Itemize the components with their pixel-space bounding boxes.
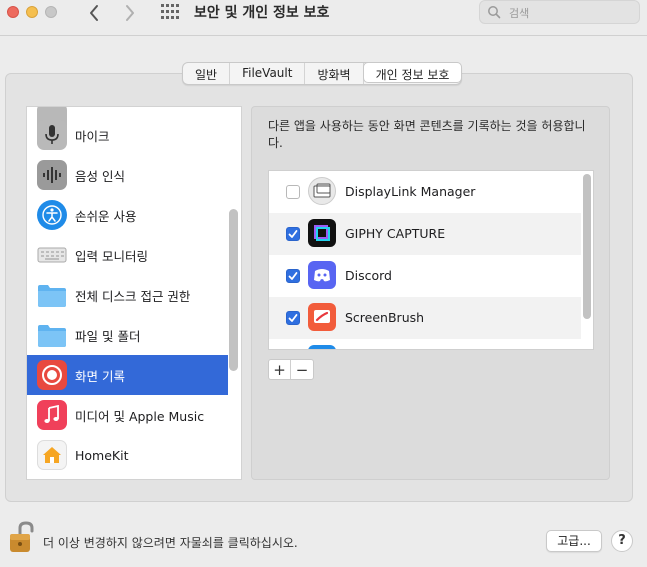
checkmark-icon	[288, 272, 298, 280]
app-checkbox-checked[interactable]	[286, 311, 300, 325]
app-name: GIPHY CAPTURE	[345, 226, 446, 241]
sidebar-item-label: 손쉬운 사용	[75, 208, 137, 224]
advanced-button[interactable]: 고급...	[546, 530, 602, 552]
screen-recording-description: 다른 앱을 사용하는 동안 화면 콘텐츠를 기록하는 것을 허용합니다.	[268, 119, 586, 150]
sidebar-item-label: HomeKit	[75, 447, 129, 463]
tab-privacy[interactable]: 개인 정보 보호	[362, 62, 463, 83]
chevron-left-icon	[90, 5, 98, 21]
sidebar-item-files-and-folders[interactable]: 파일 및 폴더	[27, 315, 228, 355]
checkmark-icon	[288, 314, 298, 322]
chevron-right-icon	[126, 5, 134, 21]
folder-icon	[37, 320, 67, 350]
sidebar-item-accessibility[interactable]: 손쉬운 사용	[27, 195, 228, 235]
app-checkbox[interactable]	[286, 185, 300, 199]
help-button[interactable]: ?	[611, 530, 633, 552]
tab-filevault[interactable]: FileVault	[230, 63, 306, 84]
discord-icon	[308, 261, 336, 289]
window-title: 보안 및 개인 정보 보호	[194, 5, 330, 21]
sidebar-item-media-apple-music[interactable]: 미디어 및 Apple Music	[27, 395, 228, 435]
allowed-apps-list[interactable]: DisplayLink Manager GIPHY CAPTURE Discor…	[268, 170, 594, 350]
forward-button[interactable]	[119, 2, 141, 24]
keyboard-icon	[37, 240, 67, 270]
search-icon	[488, 6, 501, 19]
sidebar-item-full-disk-access[interactable]: 전체 디스크 접근 권한	[27, 275, 228, 315]
tab-bar: 일반 FileVault 방화벽 개인 정보 보호	[182, 62, 463, 85]
app-checkbox-checked[interactable]	[286, 269, 300, 283]
app-row-giphy-capture[interactable]: GIPHY CAPTURE	[269, 213, 581, 255]
show-all-grid-icon[interactable]	[160, 3, 180, 21]
sidebar-item-microphone[interactable]: 마이크	[27, 115, 228, 155]
close-window-button[interactable]	[7, 6, 19, 18]
sidebar-item-label: 화면 기록	[75, 368, 125, 384]
minimize-window-button[interactable]	[26, 6, 38, 18]
app-checkbox-checked[interactable]	[286, 227, 300, 241]
title-separator	[0, 35, 647, 36]
microphone-icon	[37, 120, 67, 150]
checkmark-icon	[288, 230, 298, 238]
app-row-screenbrush[interactable]: ScreenBrush	[269, 297, 581, 339]
app-row-discord[interactable]: Discord	[269, 255, 581, 297]
homekit-icon	[37, 440, 67, 470]
sidebar-item-screen-recording[interactable]: 화면 기록	[27, 355, 228, 395]
app-name: ScreenBrush	[345, 310, 425, 325]
sidebar-item-input-monitoring[interactable]: 입력 모니터링	[27, 235, 228, 275]
app-name: DisplayLink Manager	[345, 184, 476, 199]
displaylink-icon	[308, 177, 336, 205]
screen-recording-icon	[37, 360, 67, 390]
music-icon	[37, 400, 67, 430]
title-bar: 보안 및 개인 정보 보호 검색	[0, 0, 647, 32]
tab-firewall[interactable]: 방화벽	[305, 63, 364, 84]
app-list-scrollbar[interactable]	[583, 174, 591, 319]
app-row-partial[interactable]	[269, 339, 581, 349]
back-button[interactable]	[83, 2, 105, 24]
screenbrush-icon	[308, 303, 336, 331]
app-name: Discord	[345, 268, 392, 283]
sidebar-item-homekit[interactable]: HomeKit	[27, 435, 228, 475]
search-field[interactable]: 검색	[479, 0, 640, 24]
add-app-button[interactable]: +	[269, 360, 292, 379]
app-icon	[308, 345, 336, 349]
unlocked-padlock-icon[interactable]	[7, 520, 37, 554]
sidebar-item-label: 전체 디스크 접근 권한	[75, 288, 191, 304]
lock-hint-text: 더 이상 변경하지 않으려면 자물쇠를 클릭하십시오.	[43, 536, 298, 550]
sidebar-item-label: 마이크	[75, 128, 110, 144]
sidebar-item-speech-recognition[interactable]: 음성 인식	[27, 155, 228, 195]
search-placeholder: 검색	[509, 7, 530, 20]
app-row-displaylink[interactable]: DisplayLink Manager	[269, 171, 581, 213]
folder-icon	[37, 280, 67, 310]
accessibility-icon	[37, 200, 67, 230]
remove-app-button[interactable]: −	[291, 360, 313, 379]
zoom-window-button[interactable]	[45, 6, 57, 18]
tab-general[interactable]: 일반	[183, 63, 231, 84]
sidebar-item-label: 파일 및 폴더	[75, 328, 141, 344]
sidebar-item-label: 미디어 및 Apple Music	[75, 408, 205, 424]
privacy-category-list[interactable]: 마이크 음성 인식 손쉬운 사용 입력 모니터링 전체 디스크 접근 권한 파일…	[26, 106, 242, 480]
sidebar-item-label: 음성 인식	[75, 168, 125, 184]
add-remove-control: + −	[268, 359, 314, 380]
giphy-capture-icon	[308, 219, 336, 247]
sidebar-scrollbar[interactable]	[229, 209, 238, 371]
sidebar-item-label: 입력 모니터링	[75, 248, 148, 264]
speech-recognition-icon	[37, 160, 67, 190]
